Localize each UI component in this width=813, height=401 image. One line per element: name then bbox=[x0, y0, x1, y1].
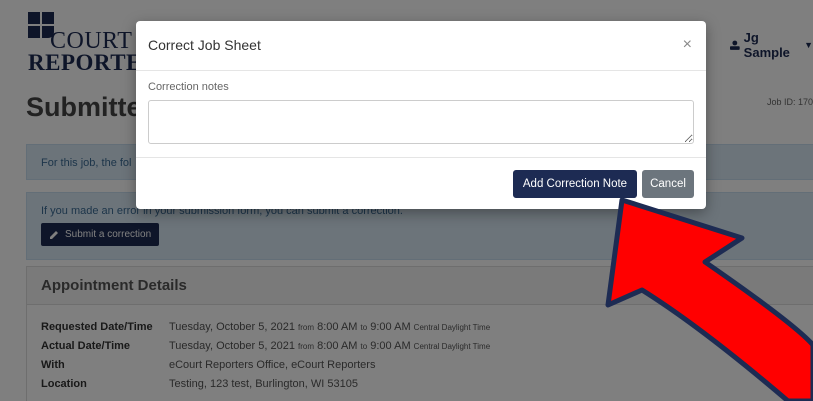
modal-title: Correct Job Sheet bbox=[148, 37, 261, 53]
modal-body: Correction notes bbox=[136, 71, 706, 158]
correction-notes-input[interactable] bbox=[148, 100, 694, 144]
cancel-button[interactable]: Cancel bbox=[642, 170, 694, 198]
correction-notes-label: Correction notes bbox=[148, 81, 229, 93]
add-correction-note-button[interactable]: Add Correction Note bbox=[513, 170, 637, 198]
correct-job-sheet-modal: Correct Job Sheet × Correction notes Add… bbox=[136, 21, 706, 209]
close-icon[interactable]: × bbox=[683, 36, 692, 54]
modal-footer: Add Correction Note Cancel bbox=[136, 158, 706, 208]
modal-header: Correct Job Sheet × bbox=[136, 21, 706, 71]
